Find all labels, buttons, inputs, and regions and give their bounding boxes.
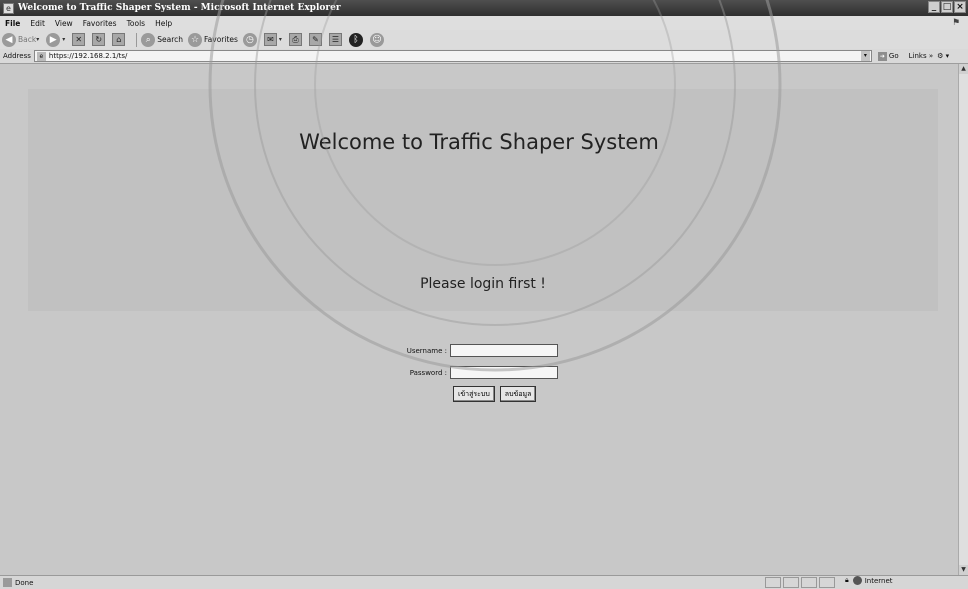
extra-toolbar-icon[interactable]: ⚙ ▾ [937,52,949,60]
username-label: Username : [406,346,447,355]
lock-icon: 🔒︎ [845,576,849,584]
status-text: Done [15,578,34,587]
title-bar: e Welcome to Traffic Shaper System - Mic… [0,0,968,16]
favorites-label: Favorites [204,35,238,44]
clear-button[interactable]: ลบข้อมูล [499,386,537,402]
zone-label: Internet [864,576,893,585]
links-button[interactable]: Links » [909,52,934,60]
messenger-icon: ☺ [369,32,384,47]
status-pane [765,577,781,588]
password-label: Password : [409,368,447,377]
history-icon: ◷ [242,32,257,47]
menu-file[interactable]: File [0,19,25,28]
address-input[interactable]: e https://192.168.2.1/ts/ ▾ [33,50,872,62]
search-icon: ⌕ [141,32,156,47]
mail-icon: ✉ [263,33,277,46]
close-icon[interactable]: × [954,1,966,13]
username-input[interactable] [450,344,558,357]
dropdown-arrow-icon: ▾ [36,36,40,43]
bluetooth-icon: ᛒ [348,32,363,47]
star-icon: ☆ [188,32,203,47]
forward-arrow-icon: ▶ [46,32,61,47]
window-title: Welcome to Traffic Shaper System - Micro… [18,3,341,13]
bluetooth-button[interactable]: ᛒ [348,32,365,47]
print-button[interactable]: ⎙ [288,33,304,46]
password-row: Password : [395,366,558,379]
minimize-icon[interactable]: _ [928,1,940,13]
search-label: Search [157,35,184,44]
home-button[interactable]: ⌂ [112,33,127,46]
page-content: Welcome to Traffic Shaper System Please … [0,64,958,575]
back-button[interactable]: ◀ Back ▾ [2,32,41,47]
status-bar: Done 🔒︎ Internet [0,575,968,589]
refresh-icon: ↻ [92,33,106,46]
edit-button[interactable]: ✎ [308,33,324,46]
menu-bar: File Edit View Favorites Tools Help ⚑ [0,16,968,30]
menu-favorites[interactable]: Favorites [78,19,122,28]
stop-button[interactable]: ✕ [72,33,87,46]
login-prompt: Please login first ! [420,276,546,292]
security-zone: 🔒︎ Internet [845,576,893,585]
edit-icon: ✎ [308,33,322,46]
print-icon: ⎙ [288,33,302,46]
dropdown-arrow-icon: ▾ [62,36,66,43]
password-input[interactable] [450,366,558,379]
status-panes [765,577,837,588]
messenger-button[interactable]: ☺ [369,32,386,47]
menu-tools[interactable]: Tools [122,19,150,28]
go-label: Go [888,52,899,60]
status-pane [783,577,799,588]
browser-window: e Welcome to Traffic Shaper System - Mic… [0,0,968,589]
window-controls: _ □ × [928,1,966,13]
menu-help[interactable]: Help [150,19,177,28]
page-title: Welcome to Traffic Shaper System [299,130,659,154]
search-button[interactable]: ⌕ Search [141,32,184,47]
discuss-button[interactable]: ☰ [328,33,344,46]
scroll-down-icon[interactable]: ▼ [959,565,968,575]
mail-button[interactable]: ✉ ▾ [263,33,284,46]
stop-icon: ✕ [72,33,86,46]
menu-edit[interactable]: Edit [25,19,50,28]
page-icon: e [36,51,46,61]
ie-icon: e [3,2,14,14]
address-url: https://192.168.2.1/ts/ [48,52,128,60]
forward-button[interactable]: ▶ ▾ [46,32,67,47]
username-row: Username : [395,344,558,357]
address-dropdown-icon[interactable]: ▾ [860,51,870,61]
back-label: Back [18,35,37,44]
vertical-scrollbar[interactable]: ▲ ▼ [958,64,968,575]
dropdown-arrow-icon: ▾ [278,36,282,43]
toolbar-divider [136,32,138,47]
status-pane [801,577,817,588]
globe-icon [852,576,862,585]
refresh-button[interactable]: ↻ [92,33,107,46]
favorites-button[interactable]: ☆ Favorites [188,32,238,47]
back-arrow-icon: ◀ [2,32,16,47]
links-label: Links [908,52,927,60]
history-button[interactable]: ◷ [242,32,259,47]
go-arrow-icon: ➜ [877,51,887,61]
menu-view[interactable]: View [50,19,78,28]
page-status-icon [3,578,12,587]
status-pane [819,577,835,588]
maximize-icon[interactable]: □ [941,1,953,13]
go-button[interactable]: ➜ Go [877,51,899,61]
discuss-icon: ☰ [328,33,342,46]
form-buttons: เข้าสู่ระบบ ลบข้อมูล [453,386,537,402]
login-button[interactable]: เข้าสู่ระบบ [453,386,495,402]
toolbar: ◀ Back ▾ ▶ ▾ ✕ ↻ ⌂ ⌕ Search ☆ Favorites … [0,30,968,49]
windows-flag-icon: ⚑ [951,18,961,28]
home-icon: ⌂ [112,33,126,46]
address-label: Address [3,52,31,60]
address-bar: Address e https://192.168.2.1/ts/ ▾ ➜ Go… [0,49,968,64]
scroll-up-icon[interactable]: ▲ [959,64,968,74]
